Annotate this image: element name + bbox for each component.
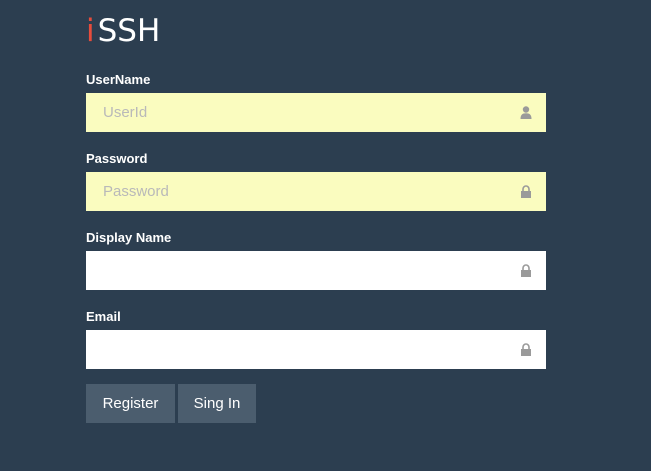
password-input[interactable] [86, 172, 546, 211]
logo-name: SSH [97, 13, 161, 49]
email-label: Email [86, 309, 121, 324]
username-input[interactable] [86, 93, 546, 132]
display-name-label: Display Name [86, 230, 172, 245]
register-button[interactable]: Register [86, 384, 175, 423]
display-name-field-wrapper [86, 251, 546, 290]
password-label: Password [86, 151, 148, 166]
logo-accent-letter: i [86, 13, 95, 49]
username-field-wrapper [86, 93, 546, 132]
app-logo: iSSH [86, 12, 160, 50]
lock-icon [520, 264, 532, 277]
email-field-wrapper [86, 330, 546, 369]
lock-icon [520, 343, 532, 356]
password-field-wrapper [86, 172, 546, 211]
sign-in-button[interactable]: Sing In [178, 384, 256, 423]
username-label: UserName [86, 72, 151, 87]
register-page: iSSH UserName Password Display Name [0, 0, 651, 471]
lock-icon [520, 185, 532, 198]
display-name-input[interactable] [86, 251, 546, 290]
email-input[interactable] [86, 330, 546, 369]
user-icon [520, 106, 532, 119]
